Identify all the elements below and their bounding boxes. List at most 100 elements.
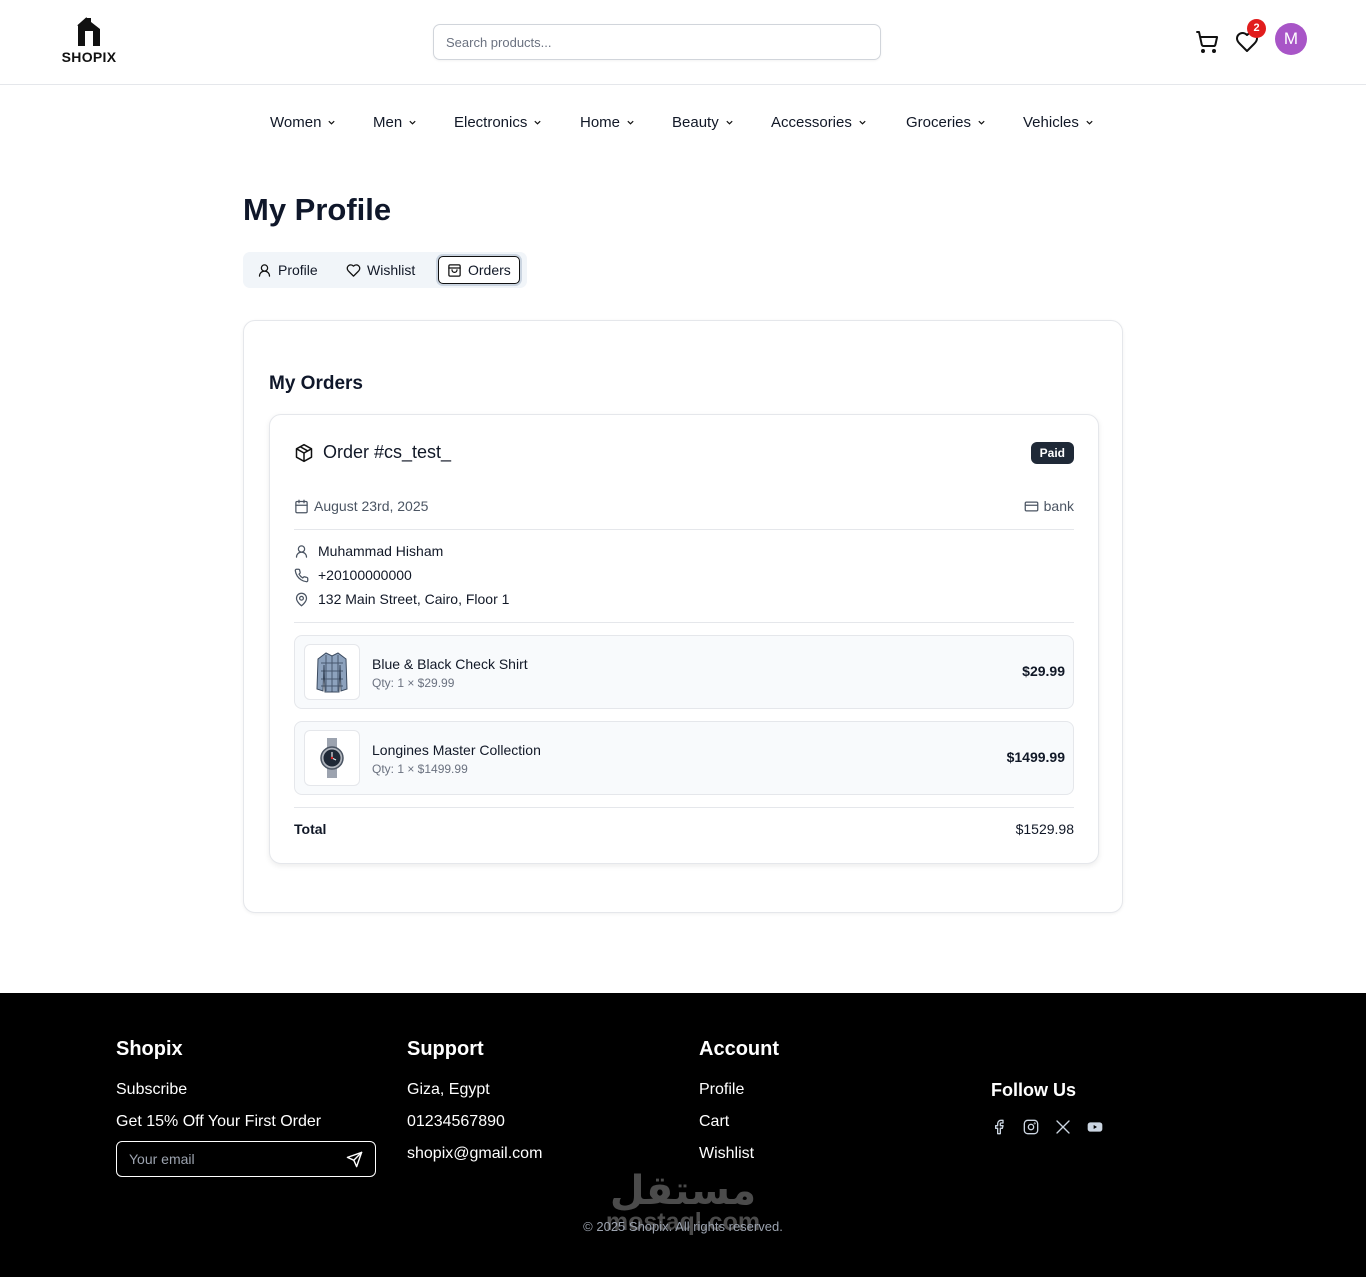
order-item[interactable]: Longines Master Collection Qty: 1 × $149…: [294, 721, 1074, 795]
orders-card: My Orders Order #cs_test_ Paid August 23…: [243, 320, 1123, 913]
nav-label: Vehicles: [1023, 113, 1079, 131]
customer-phone-text: +20100000000: [318, 567, 412, 583]
facebook-icon[interactable]: [991, 1119, 1007, 1135]
product-thumbnail: [304, 730, 360, 786]
search-input[interactable]: [434, 25, 880, 59]
chevron-down-icon: [328, 120, 336, 125]
x-icon[interactable]: [1055, 1119, 1071, 1135]
account-title: Account: [699, 1038, 779, 1060]
chevron-down-icon: [978, 120, 985, 125]
heart-icon: [346, 263, 361, 277]
nav-label: Electronics: [454, 113, 528, 131]
nav-item-accessories[interactable]: Accessories: [771, 108, 867, 136]
site-header: SHOPIX 2 M: [0, 0, 1366, 85]
instagram-icon[interactable]: [1023, 1119, 1039, 1135]
customer-address: 132 Main Street, Cairo, Floor 1: [294, 591, 509, 607]
nav-item-home[interactable]: Home: [580, 108, 635, 136]
watch-image: [320, 738, 344, 778]
logo-icon: [77, 17, 100, 46]
logo-text: SHOPIX: [61, 49, 117, 65]
orders-section-title: My Orders: [269, 373, 363, 394]
tab-profile[interactable]: Profile: [249, 256, 326, 284]
shirt-image: [316, 652, 348, 693]
order-date-text: August 23rd, 2025: [314, 498, 429, 514]
chevron-down-icon: [726, 120, 733, 125]
shopping-bag-icon: [448, 263, 461, 277]
search-bar[interactable]: [433, 24, 881, 60]
total-value: $1529.98: [1015, 821, 1074, 837]
customer-phone: +20100000000: [294, 567, 412, 583]
order-header: Order #cs_test_: [294, 442, 451, 463]
map-pin-icon: [295, 592, 308, 607]
nav-label: Home: [580, 113, 621, 131]
total-label: Total: [294, 821, 327, 837]
category-nav: Women Men Electronics Home Beauty Access…: [0, 108, 1366, 136]
chevron-down-icon: [859, 120, 866, 125]
profile-tabs: Profile Wishlist Orders: [243, 252, 527, 288]
cart-icon[interactable]: [1195, 30, 1219, 54]
wishlist-count-badge: 2: [1247, 19, 1266, 38]
user-icon: [295, 544, 308, 558]
footer-link-wishlist[interactable]: Wishlist: [699, 1145, 754, 1163]
support-phone[interactable]: 01234567890: [407, 1113, 505, 1131]
nav-item-groceries[interactable]: Groceries: [906, 108, 986, 136]
phone-icon: [294, 568, 309, 582]
order-card: Order #cs_test_ Paid August 23rd, 2025 b…: [269, 414, 1099, 864]
nav-item-women[interactable]: Women: [270, 108, 336, 136]
tab-orders[interactable]: Orders: [438, 256, 520, 284]
nav-item-men[interactable]: Men: [373, 108, 417, 136]
footer-link-cart[interactable]: Cart: [699, 1113, 729, 1131]
customer-name: Muhammad Hisham: [294, 543, 443, 559]
page-title: My Profile: [243, 192, 392, 227]
youtube-icon[interactable]: [1087, 1119, 1103, 1135]
watermark-arabic: مستقل: [609, 1169, 757, 1213]
send-icon[interactable]: [346, 1151, 363, 1168]
order-meta: August 23rd, 2025 bank: [294, 496, 1074, 516]
email-input[interactable]: [117, 1142, 337, 1176]
order-id: Order #cs_test_: [323, 442, 452, 462]
product-name: Longines Master Collection: [372, 742, 541, 758]
chevron-down-icon: [627, 120, 634, 125]
footer-link-profile[interactable]: Profile: [699, 1081, 744, 1099]
product-qty: Qty: 1 × $29.99: [372, 676, 455, 690]
support-email[interactable]: shopix@gmail.com: [407, 1145, 542, 1163]
tab-label: Orders: [468, 262, 511, 278]
payment-method: bank: [1024, 498, 1074, 514]
package-icon: [295, 443, 313, 462]
user-avatar[interactable]: M: [1275, 23, 1307, 55]
site-footer: Shopix Subscribe Get 15% Off Your First …: [0, 993, 1366, 1277]
credit-card-icon: [1024, 501, 1039, 511]
status-badge: Paid: [1030, 442, 1074, 464]
divider: [294, 622, 1074, 623]
tab-wishlist[interactable]: Wishlist: [338, 256, 423, 284]
customer-name-text: Muhammad Hisham: [318, 543, 444, 559]
calendar-icon: [295, 499, 308, 513]
nav-label: Men: [373, 113, 403, 131]
nav-item-electronics[interactable]: Electronics: [454, 108, 542, 136]
nav-item-beauty[interactable]: Beauty: [672, 108, 734, 136]
support-location: Giza, Egypt: [407, 1081, 490, 1098]
subscribe-label: Subscribe: [116, 1081, 188, 1098]
product-name: Blue & Black Check Shirt: [372, 656, 528, 672]
chevron-down-icon: [534, 120, 541, 125]
product-price: $29.99: [1022, 663, 1065, 679]
follow-title: Follow Us: [991, 1080, 1076, 1100]
footer-brand: Shopix: [116, 1038, 183, 1060]
logo[interactable]: SHOPIX: [60, 16, 118, 68]
nav-item-vehicles[interactable]: Vehicles: [1023, 108, 1094, 136]
tab-label: Profile: [278, 262, 318, 278]
divider: [294, 529, 1074, 530]
user-icon: [258, 263, 271, 277]
chevron-down-icon: [1086, 120, 1093, 125]
divider: [294, 807, 1074, 808]
nav-label: Women: [270, 113, 322, 131]
product-qty: Qty: 1 × $1499.99: [372, 762, 468, 776]
customer-address-text: 132 Main Street, Cairo, Floor 1: [318, 591, 510, 607]
newsletter-form: [116, 1141, 376, 1177]
tab-label: Wishlist: [367, 262, 416, 278]
order-item[interactable]: Blue & Black Check Shirt Qty: 1 × $29.99…: [294, 635, 1074, 709]
chevron-down-icon: [409, 120, 416, 125]
nav-label: Beauty: [672, 113, 719, 131]
nav-label: Groceries: [906, 113, 972, 131]
nav-label: Accessories: [771, 113, 852, 131]
